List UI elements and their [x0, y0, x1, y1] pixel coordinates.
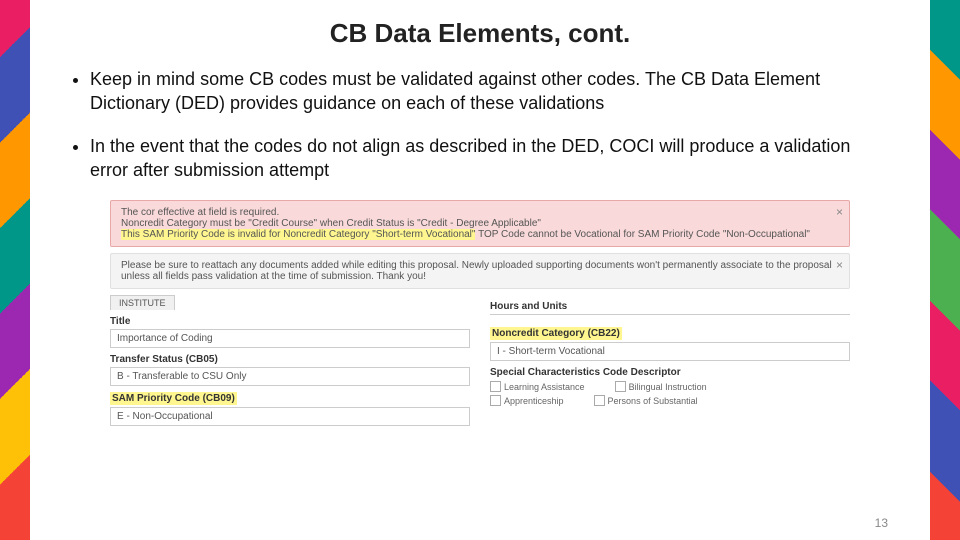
noncredit-category-label: Noncredit Category (CB22): [490, 327, 622, 340]
slide: CB Data Elements, cont. Keep in mind som…: [0, 0, 960, 540]
close-icon[interactable]: ×: [836, 258, 843, 272]
checkbox-icon: [615, 381, 626, 392]
decorative-border-right: [930, 0, 960, 540]
checkbox-learning-assistance[interactable]: Learning Assistance: [490, 381, 585, 392]
title-label: Title: [110, 316, 470, 327]
decorative-border-left: [0, 0, 30, 540]
close-icon[interactable]: ×: [836, 205, 843, 219]
bullet-item: In the event that the codes do not align…: [90, 134, 890, 183]
noncredit-category-field[interactable]: I - Short-term Vocational: [490, 342, 850, 361]
error-line-tail: TOP Code cannot be Vocational for SAM Pr…: [475, 229, 810, 240]
slide-content: CB Data Elements, cont. Keep in mind som…: [30, 0, 930, 540]
special-characteristics-label: Special Characteristics Code Descriptor: [490, 367, 850, 378]
checkbox-persons-substantial[interactable]: Persons of Substantial: [594, 395, 698, 406]
validation-error-banner: × The cor effective at field is required…: [110, 200, 850, 247]
page-number: 13: [875, 516, 888, 530]
transfer-status-field[interactable]: B - Transferable to CSU Only: [110, 367, 470, 386]
checkbox-row: Learning Assistance Bilingual Instructio…: [490, 381, 850, 392]
checkbox-row: Apprenticeship Persons of Substantial: [490, 395, 850, 406]
form-left-column: INSTITUTE Title Importance of Coding Tra…: [110, 295, 470, 426]
checkbox-icon: [490, 381, 501, 392]
info-text: Please be sure to reattach any documents…: [121, 260, 832, 282]
error-line: The cor effective at field is required.: [121, 207, 839, 218]
sam-priority-field[interactable]: E - Non-Occupational: [110, 407, 470, 426]
form-right-column: Hours and Units Noncredit Category (CB22…: [490, 295, 850, 426]
checkbox-bilingual-instruction[interactable]: Bilingual Instruction: [615, 381, 707, 392]
error-line: Noncredit Category must be "Credit Cours…: [121, 218, 839, 229]
institute-tab[interactable]: INSTITUTE: [110, 295, 175, 310]
title-field[interactable]: Importance of Coding: [110, 329, 470, 348]
error-highlight: This SAM Priority Code is invalid for No…: [121, 229, 475, 240]
checkbox-icon: [490, 395, 501, 406]
error-line: This SAM Priority Code is invalid for No…: [121, 229, 839, 240]
transfer-status-label: Transfer Status (CB05): [110, 354, 470, 365]
checkbox-icon: [594, 395, 605, 406]
screenshot-illustration: × The cor effective at field is required…: [110, 200, 850, 426]
info-banner: × Please be sure to reattach any documen…: [110, 253, 850, 289]
bullet-list: Keep in mind some CB codes must be valid…: [70, 67, 890, 182]
sam-priority-label: SAM Priority Code (CB09): [110, 392, 237, 405]
hours-units-label: Hours and Units: [490, 301, 850, 312]
bullet-item: Keep in mind some CB codes must be valid…: [90, 67, 890, 116]
slide-title: CB Data Elements, cont.: [30, 18, 930, 49]
form-preview: INSTITUTE Title Importance of Coding Tra…: [110, 295, 850, 426]
checkbox-apprenticeship[interactable]: Apprenticeship: [490, 395, 564, 406]
divider: [490, 314, 850, 315]
